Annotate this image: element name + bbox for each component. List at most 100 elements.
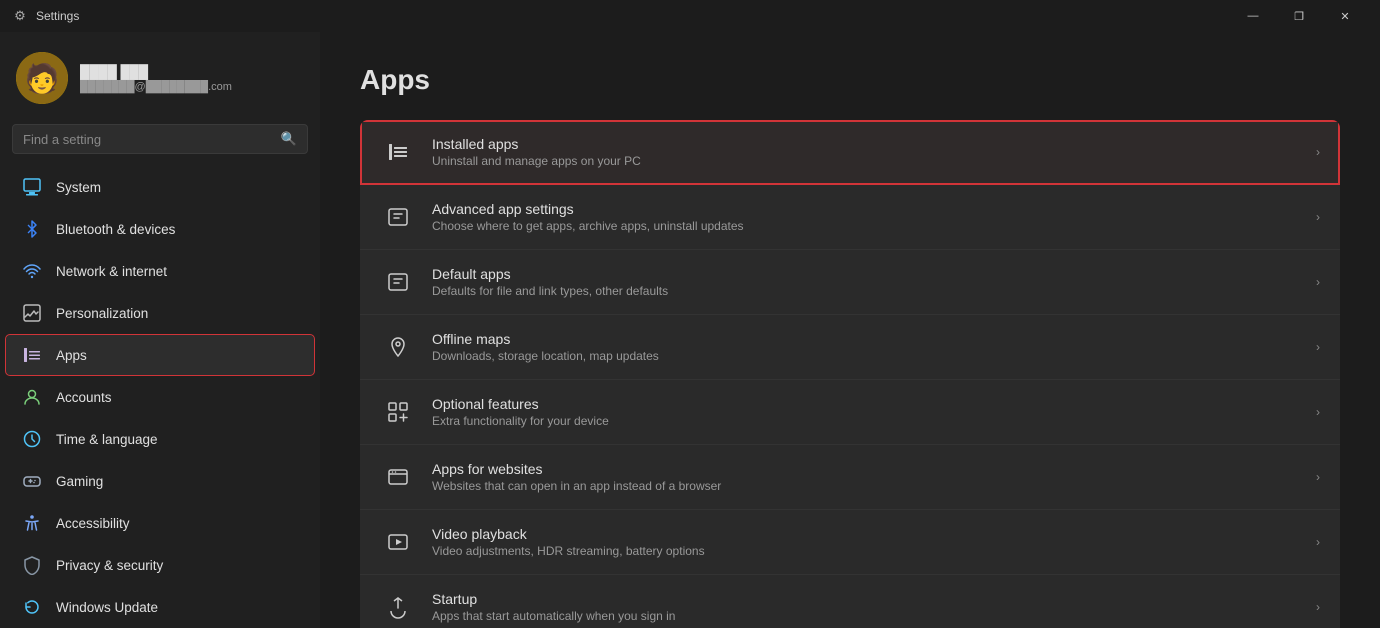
installed-apps-title: Installed apps: [432, 136, 1300, 152]
sidebar: 🧑 ████ ███ ███████@████████.com 🔍 System: [0, 32, 320, 628]
offline-maps-title: Offline maps: [432, 331, 1300, 347]
default-apps-title: Default apps: [432, 266, 1300, 282]
maximize-button[interactable]: ❐: [1276, 0, 1322, 32]
optional-features-chevron: ›: [1316, 405, 1320, 419]
startup-icon: [380, 589, 416, 625]
app-body: 🧑 ████ ███ ███████@████████.com 🔍 System: [0, 32, 1380, 628]
default-apps-desc: Defaults for file and link types, other …: [432, 284, 1300, 298]
apps-icon: [22, 345, 42, 365]
default-apps-chevron: ›: [1316, 275, 1320, 289]
settings-item-startup[interactable]: Startup Apps that start automatically wh…: [360, 575, 1340, 628]
sidebar-item-label-gaming: Gaming: [56, 474, 103, 489]
sidebar-item-accessibility[interactable]: Accessibility: [6, 503, 314, 543]
video-playback-text: Video playback Video adjustments, HDR st…: [432, 526, 1300, 558]
gaming-icon: [22, 471, 42, 491]
offline-maps-desc: Downloads, storage location, map updates: [432, 349, 1300, 363]
sidebar-item-label-network: Network & internet: [56, 264, 167, 279]
user-email: ███████@████████.com: [80, 81, 232, 93]
search-icon: 🔍: [281, 131, 297, 147]
default-apps-text: Default apps Defaults for file and link …: [432, 266, 1300, 298]
advanced-app-chevron: ›: [1316, 210, 1320, 224]
startup-text: Startup Apps that start automatically wh…: [432, 591, 1300, 623]
search-input[interactable]: [23, 132, 273, 147]
window-controls: — ❐ ✕: [1230, 0, 1368, 32]
video-playback-chevron: ›: [1316, 535, 1320, 549]
apps-for-websites-icon: [380, 459, 416, 495]
startup-chevron: ›: [1316, 600, 1320, 614]
titlebar: ⚙ Settings — ❐ ✕: [0, 0, 1380, 32]
system-icon: [22, 177, 42, 197]
sidebar-item-system[interactable]: System: [6, 167, 314, 207]
sidebar-item-apps[interactable]: Apps: [6, 335, 314, 375]
settings-item-video-playback[interactable]: Video playback Video adjustments, HDR st…: [360, 510, 1340, 575]
sidebar-item-gaming[interactable]: Gaming: [6, 461, 314, 501]
installed-apps-chevron: ›: [1316, 145, 1320, 159]
advanced-app-text: Advanced app settings Choose where to ge…: [432, 201, 1300, 233]
user-info: ████ ███ ███████@████████.com: [80, 64, 232, 93]
sidebar-item-label-accounts: Accounts: [56, 390, 112, 405]
bluetooth-icon: [22, 219, 42, 239]
apps-for-websites-title: Apps for websites: [432, 461, 1300, 477]
video-playback-icon: [380, 524, 416, 560]
settings-item-optional-features[interactable]: Optional features Extra functionality fo…: [360, 380, 1340, 445]
offline-maps-text: Offline maps Downloads, storage location…: [432, 331, 1300, 363]
sidebar-item-network[interactable]: Network & internet: [6, 251, 314, 291]
time-icon: [22, 429, 42, 449]
sidebar-item-accounts[interactable]: Accounts: [6, 377, 314, 417]
search-container: 🔍: [0, 120, 320, 166]
sidebar-item-label-system: System: [56, 180, 101, 195]
update-icon: [22, 597, 42, 617]
optional-features-desc: Extra functionality for your device: [432, 414, 1300, 428]
sidebar-item-update[interactable]: Windows Update: [6, 587, 314, 627]
optional-features-title: Optional features: [432, 396, 1300, 412]
minimize-button[interactable]: —: [1230, 0, 1276, 32]
sidebar-item-label-bluetooth: Bluetooth & devices: [56, 222, 175, 237]
advanced-app-icon: [380, 199, 416, 235]
settings-item-apps-for-websites[interactable]: Apps for websites Websites that can open…: [360, 445, 1340, 510]
search-box[interactable]: 🔍: [12, 124, 308, 154]
settings-list: Installed apps Uninstall and manage apps…: [360, 120, 1340, 628]
page-title: Apps: [360, 64, 1340, 96]
advanced-app-desc: Choose where to get apps, archive apps, …: [432, 219, 1300, 233]
accessibility-icon: [22, 513, 42, 533]
user-name: ████ ███: [80, 64, 232, 79]
settings-item-default-apps[interactable]: Default apps Defaults for file and link …: [360, 250, 1340, 315]
main-content: Apps Installed apps Uninstall and manage…: [320, 32, 1380, 628]
offline-maps-chevron: ›: [1316, 340, 1320, 354]
sidebar-item-label-privacy: Privacy & security: [56, 558, 163, 573]
accounts-icon: [22, 387, 42, 407]
optional-features-text: Optional features Extra functionality fo…: [432, 396, 1300, 428]
sidebar-item-label-apps: Apps: [56, 348, 87, 363]
offline-maps-icon: [380, 329, 416, 365]
sidebar-item-label-time: Time & language: [56, 432, 158, 447]
sidebar-item-time[interactable]: Time & language: [6, 419, 314, 459]
network-icon: [22, 261, 42, 281]
apps-for-websites-chevron: ›: [1316, 470, 1320, 484]
avatar-icon: 🧑: [25, 62, 60, 95]
settings-item-offline-maps[interactable]: Offline maps Downloads, storage location…: [360, 315, 1340, 380]
installed-apps-desc: Uninstall and manage apps on your PC: [432, 154, 1300, 168]
app-icon: ⚙: [12, 8, 28, 24]
settings-item-installed-apps[interactable]: Installed apps Uninstall and manage apps…: [360, 120, 1340, 185]
settings-item-advanced-app[interactable]: Advanced app settings Choose where to ge…: [360, 185, 1340, 250]
optional-features-icon: [380, 394, 416, 430]
video-playback-desc: Video adjustments, HDR streaming, batter…: [432, 544, 1300, 558]
titlebar-title: Settings: [36, 9, 1230, 23]
apps-for-websites-text: Apps for websites Websites that can open…: [432, 461, 1300, 493]
sidebar-item-privacy[interactable]: Privacy & security: [6, 545, 314, 585]
sidebar-item-bluetooth[interactable]: Bluetooth & devices: [6, 209, 314, 249]
avatar-image: 🧑: [16, 52, 68, 104]
sidebar-item-label-personalization: Personalization: [56, 306, 148, 321]
user-profile[interactable]: 🧑 ████ ███ ███████@████████.com: [0, 32, 320, 120]
installed-apps-icon: [380, 134, 416, 170]
default-apps-icon: [380, 264, 416, 300]
sidebar-item-label-accessibility: Accessibility: [56, 516, 130, 531]
video-playback-title: Video playback: [432, 526, 1300, 542]
startup-desc: Apps that start automatically when you s…: [432, 609, 1300, 623]
personalization-icon: [22, 303, 42, 323]
avatar: 🧑: [16, 52, 68, 104]
sidebar-item-personalization[interactable]: Personalization: [6, 293, 314, 333]
installed-apps-text: Installed apps Uninstall and manage apps…: [432, 136, 1300, 168]
sidebar-item-label-update: Windows Update: [56, 600, 158, 615]
close-button[interactable]: ✕: [1322, 0, 1368, 32]
